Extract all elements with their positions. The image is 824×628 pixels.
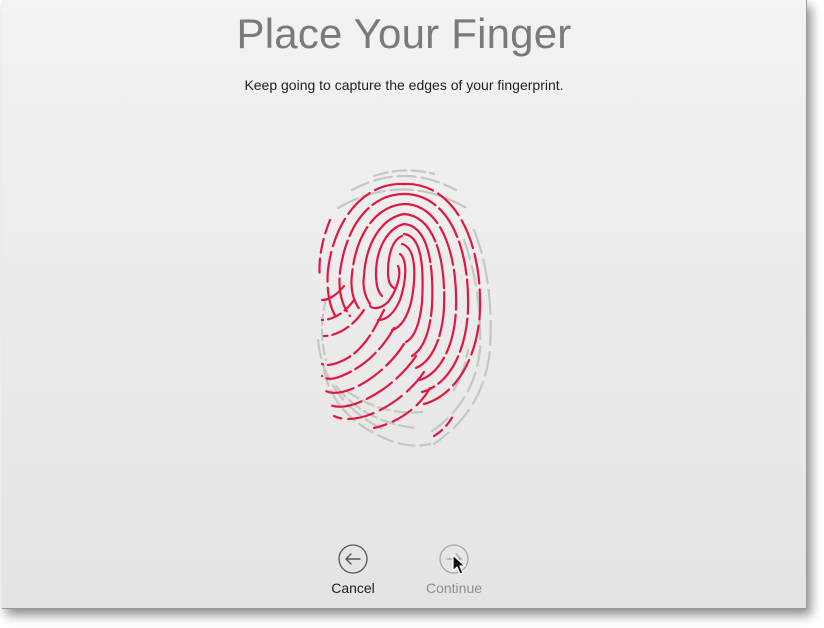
instruction-text: Keep going to capture the edges of your … [244,77,564,93]
continue-label: Continue [425,580,483,596]
fingerprint-icon [316,169,492,447]
arrow-left-icon [338,544,368,574]
mouse-cursor-icon [452,554,466,575]
page-title: Place Your Finger [236,10,572,57]
cancel-label: Cancel [331,580,375,596]
touch-id-setup-window: Place Your Finger Keep going to capture … [2,0,807,609]
cancel-button[interactable]: Cancel [308,544,398,604]
